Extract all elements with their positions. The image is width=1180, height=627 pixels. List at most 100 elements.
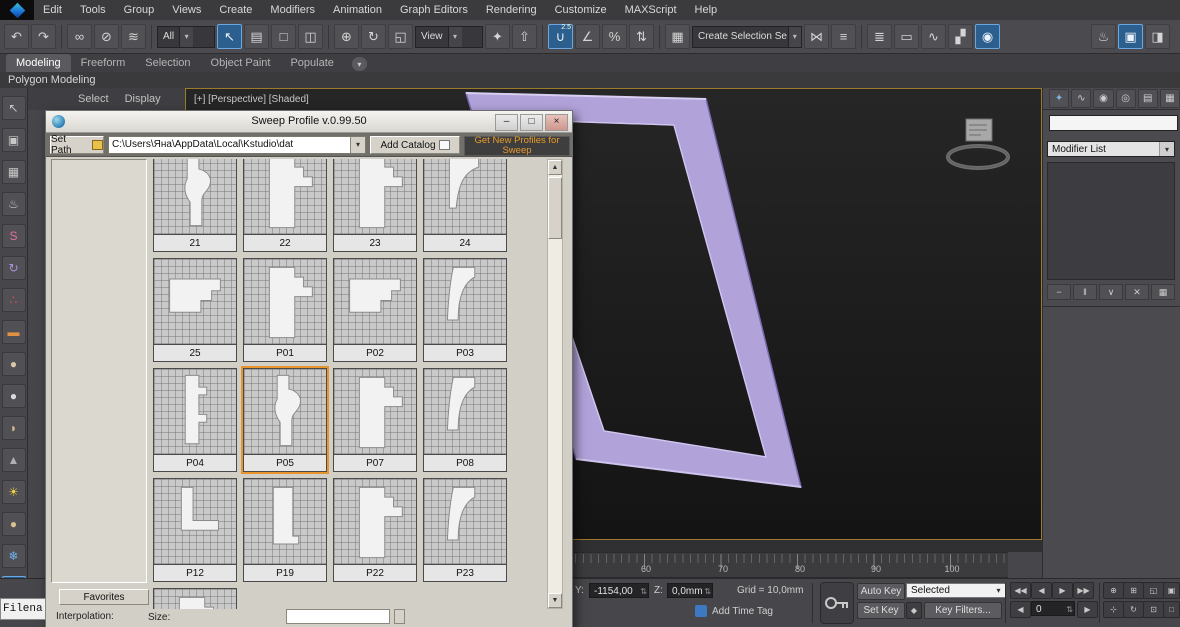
spinner-icon[interactable]: ⇅ xyxy=(640,584,647,599)
profile-item-P12[interactable]: P12 xyxy=(153,478,237,582)
go-start-button[interactable]: ◀◀ xyxy=(1010,582,1031,599)
modify-tab-icon[interactable]: ∿ xyxy=(1071,89,1091,108)
spinner-icon[interactable]: ⇅ xyxy=(1066,602,1073,617)
left-teapot-icon[interactable]: ♨ xyxy=(2,192,26,216)
remove-modifier-icon[interactable]: ✕ xyxy=(1125,284,1149,300)
display-tab-icon[interactable]: ▤ xyxy=(1138,89,1158,108)
align-icon[interactable]: ≡ xyxy=(831,24,856,49)
create-tab-icon[interactable]: ✦ xyxy=(1049,89,1069,108)
scroll-up-icon[interactable]: ▲ xyxy=(548,160,562,175)
material-editor-icon[interactable]: ◉ xyxy=(975,24,1000,49)
tab-selection[interactable]: Selection xyxy=(135,54,200,72)
size-spinner[interactable] xyxy=(394,609,405,624)
left-window-icon[interactable]: ▣ xyxy=(2,128,26,152)
profile-item-23[interactable]: 23 xyxy=(333,159,417,252)
select-by-name-icon[interactable]: ▤ xyxy=(244,24,269,49)
left-box-icon[interactable]: ▬ xyxy=(2,320,26,344)
set-key-button[interactable]: Set Key xyxy=(857,602,905,619)
motion-tab-icon[interactable]: ◎ xyxy=(1116,89,1136,108)
render-setup-icon[interactable]: ♨ xyxy=(1091,24,1116,49)
menu-animation[interactable]: Animation xyxy=(324,0,391,20)
pan-icon[interactable]: ⊹ xyxy=(1103,601,1124,618)
spinner-icon[interactable]: ⇅ xyxy=(704,584,711,599)
percent-snap-icon[interactable]: % xyxy=(602,24,627,49)
add-catalog-button[interactable]: Add Catalog xyxy=(370,136,460,154)
menu-help[interactable]: Help xyxy=(686,0,727,20)
select-object-icon[interactable]: ↖ xyxy=(217,24,242,49)
hierarchy-tab-icon[interactable]: ◉ xyxy=(1093,89,1113,108)
left-spline-icon[interactable]: S xyxy=(2,224,26,248)
current-frame-field[interactable]: 0⇅ xyxy=(1031,601,1075,616)
menu-views[interactable]: Views xyxy=(163,0,210,20)
maximize-button[interactable]: □ xyxy=(520,114,543,131)
profile-item-P08[interactable]: P08 xyxy=(423,368,507,472)
add-time-tag-label[interactable]: Add Time Tag xyxy=(712,606,773,617)
left-cone-icon[interactable]: ▲ xyxy=(2,448,26,472)
keyboard-override-icon[interactable]: ⇧ xyxy=(512,24,537,49)
y-coordinate-field[interactable]: -1154,00⇅ xyxy=(589,583,649,598)
window-crossing-icon[interactable]: ◫ xyxy=(298,24,323,49)
menu-edit[interactable]: Edit xyxy=(34,0,71,20)
menu-customize[interactable]: Customize xyxy=(546,0,616,20)
render-production-icon[interactable]: ◨ xyxy=(1145,24,1170,49)
profile-item-25[interactable]: 25 xyxy=(153,258,237,362)
menu-create[interactable]: Create xyxy=(210,0,261,20)
profile-item-P07[interactable]: P07 xyxy=(333,368,417,472)
selection-filter-dropdown[interactable]: All ▾ xyxy=(157,26,215,48)
get-new-profiles-button[interactable]: Get New Profiles for Sweep xyxy=(464,136,570,156)
set-path-button[interactable]: Set Path xyxy=(50,136,104,154)
select-rotate-icon[interactable]: ↻ xyxy=(361,24,386,49)
profile-grid-scrollbar[interactable]: ▲ ▼ xyxy=(547,159,563,609)
z-coordinate-field[interactable]: 0,0mm⇅ xyxy=(667,583,713,598)
orbit-icon[interactable]: ↻ xyxy=(1123,601,1144,618)
viewport-label[interactable]: [+] [Perspective] [Shaded] xyxy=(194,94,309,105)
go-end-button[interactable]: ▶▶ xyxy=(1073,582,1094,599)
left-sun-icon[interactable]: ☀ xyxy=(2,480,26,504)
mirror-icon[interactable]: ⋈ xyxy=(804,24,829,49)
scrollbar-thumb[interactable] xyxy=(548,177,562,239)
ribbon-group-display[interactable]: Display xyxy=(125,93,161,105)
size-field[interactable] xyxy=(286,609,390,624)
maximize-viewport-icon[interactable]: ⊡ xyxy=(1143,601,1164,618)
tab-freeform[interactable]: Freeform xyxy=(71,54,136,72)
profile-item-P04[interactable]: P04 xyxy=(153,368,237,472)
key-filters-button[interactable]: Key Filters... xyxy=(924,602,1002,619)
left-blob-icon[interactable]: ● xyxy=(2,352,26,376)
left-sphere-icon[interactable]: ● xyxy=(2,384,26,408)
menu-graph-editors[interactable]: Graph Editors xyxy=(391,0,477,20)
left-particles-icon[interactable]: ∴ xyxy=(2,288,26,312)
zoom-icon[interactable]: ⊕ xyxy=(1103,582,1124,599)
ribbon-toggle-icon[interactable]: ▭ xyxy=(894,24,919,49)
schematic-view-icon[interactable]: ▞ xyxy=(948,24,973,49)
profile-item-P23[interactable]: P23 xyxy=(423,478,507,582)
ribbon-overflow-button[interactable]: ▾ xyxy=(352,57,367,71)
configure-stack-icon[interactable]: ▦ xyxy=(1151,284,1175,300)
layer-manager-icon[interactable]: ≣ xyxy=(867,24,892,49)
auto-key-button[interactable]: Auto Key xyxy=(857,583,905,600)
spinner-snap-icon[interactable]: ⇅ xyxy=(629,24,654,49)
named-selection-dropdown[interactable]: Create Selection Se ▾ xyxy=(692,26,802,48)
zoom-region-icon[interactable]: ▣ xyxy=(1163,582,1180,599)
menu-maxscript[interactable]: MAXScript xyxy=(616,0,686,20)
tab-populate[interactable]: Populate xyxy=(280,54,343,72)
profile-item-P03[interactable]: P03 xyxy=(423,258,507,362)
profile-item-24[interactable]: 24 xyxy=(423,159,507,252)
object-name-field[interactable] xyxy=(1049,115,1178,131)
left-select-icon[interactable]: ↖ xyxy=(2,96,26,120)
bind-spacewarp-icon[interactable]: ≋ xyxy=(121,24,146,49)
menu-group[interactable]: Group xyxy=(115,0,164,20)
angle-snap-icon[interactable]: ∠ xyxy=(575,24,600,49)
pin-stack-icon[interactable]: − xyxy=(1047,284,1071,300)
profile-item-P19[interactable]: P19 xyxy=(243,478,327,582)
profile-item-P05-selected[interactable]: P05 xyxy=(243,368,327,472)
menu-modifiers[interactable]: Modifiers xyxy=(261,0,324,20)
modifier-list-dropdown[interactable]: Modifier List ▾ xyxy=(1047,141,1175,157)
set-key-mode-icon[interactable]: ◆ xyxy=(906,602,922,619)
rendered-frame-icon[interactable]: ▣ xyxy=(1118,24,1143,49)
close-button[interactable]: × xyxy=(545,114,568,131)
make-unique-icon[interactable]: ∨ xyxy=(1099,284,1123,300)
profile-item-partial[interactable] xyxy=(153,588,237,609)
zoom-extents-icon[interactable]: ◱ xyxy=(1143,582,1164,599)
menu-tools[interactable]: Tools xyxy=(71,0,115,20)
profile-item-P01[interactable]: P01 xyxy=(243,258,327,362)
